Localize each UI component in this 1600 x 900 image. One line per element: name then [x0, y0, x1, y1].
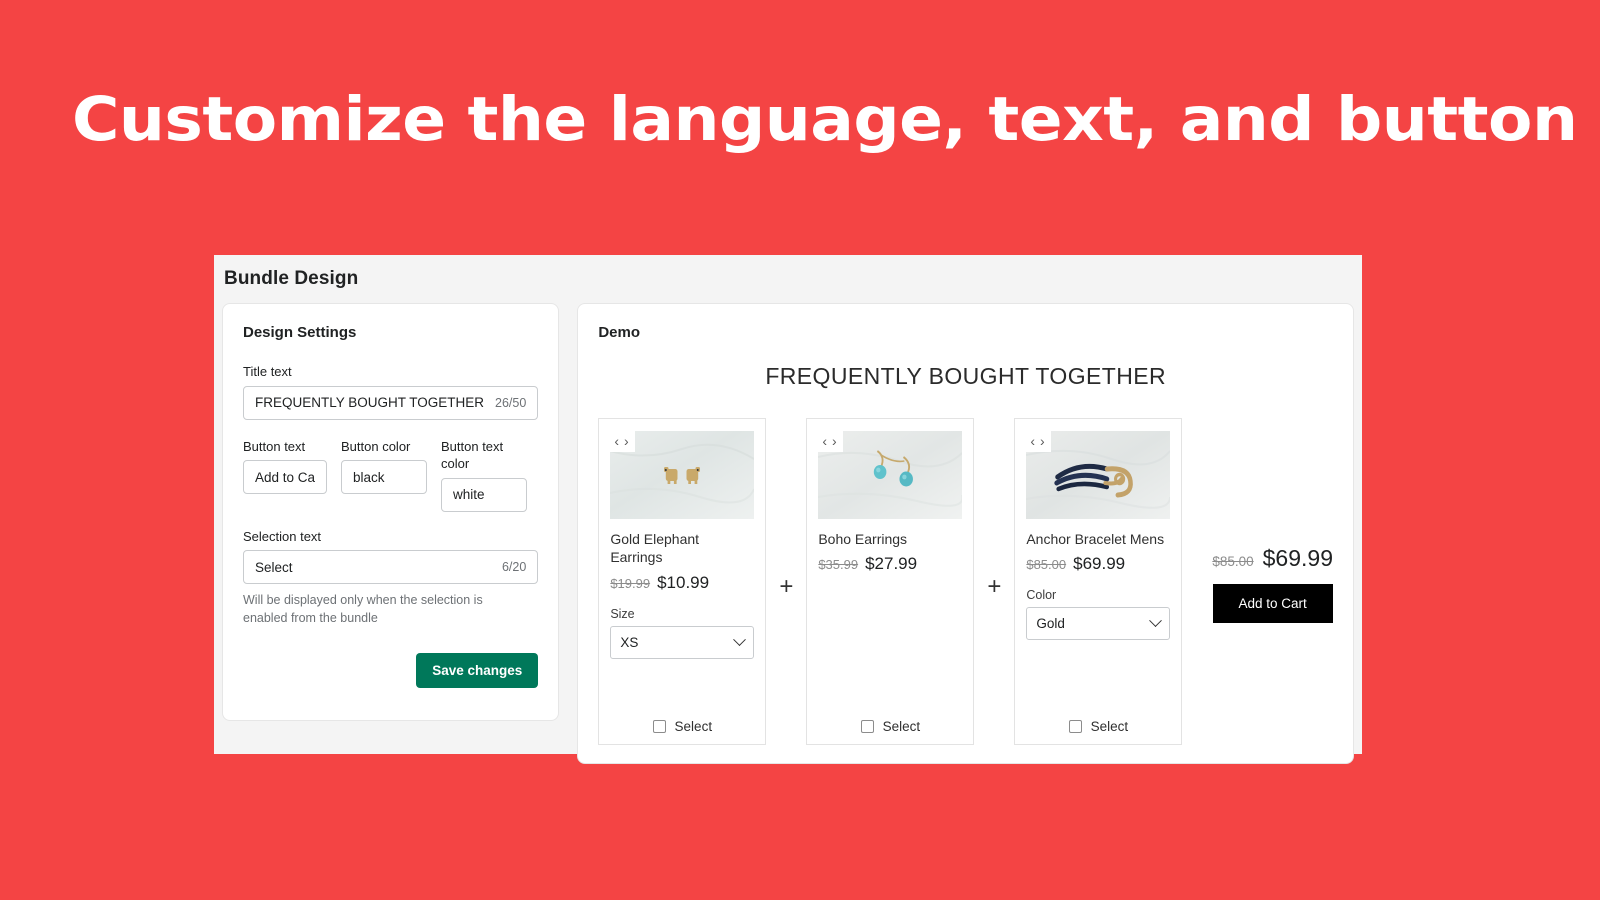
product-price-old: $19.99 [610, 575, 651, 591]
bundle-total-price-row: $85.00 $69.99 [1212, 545, 1333, 572]
prev-image-icon[interactable]: ‹ [1030, 434, 1035, 448]
select-label: Select [674, 719, 713, 734]
button-color-input[interactable]: black [341, 460, 427, 495]
select-label: Select [882, 719, 921, 734]
selection-text-label: Selection text [243, 528, 322, 544]
title-text-label: Title text [243, 364, 292, 379]
chevron-down-icon [733, 633, 747, 646]
bundle-title: FREQUENTLY BOUGHT TOGETHER [765, 363, 1166, 389]
product-select-row: Select [818, 705, 962, 734]
app-window: Bundle Design Design Settings Title text… [214, 255, 1362, 764]
banner-headline: Customize the language, text, and button [72, 83, 1578, 155]
title-text-input[interactable]: FREQUENTLY BOUGHT TOGETHER 26/50 [243, 385, 539, 420]
next-image-icon[interactable]: › [1040, 434, 1045, 448]
save-changes-button[interactable]: Save changes [416, 653, 539, 689]
image-nav: ‹ › [818, 431, 843, 452]
selection-text-helper: Will be displayed only when the selectio… [243, 593, 483, 626]
product-variant-value: Gold [1036, 616, 1065, 632]
product-variant-value: XS [620, 634, 639, 650]
product-price-row: $19.99 $10.99 [610, 573, 754, 593]
product-price-new: $10.99 [657, 572, 710, 592]
title-text-counter: 26/50 [495, 395, 527, 410]
product-select-row: Select [1026, 705, 1170, 734]
select-checkbox[interactable] [652, 720, 666, 733]
button-text-value: Add to Cart [255, 469, 315, 485]
selection-text-value: Select [255, 559, 293, 575]
product-price-row: $85.00 $69.99 [1026, 554, 1170, 574]
product-variant-select[interactable]: Gold [1026, 607, 1171, 641]
product-name: Boho Earrings [818, 531, 908, 547]
selection-text-field: Selection text Select 6/20 Will be displ… [243, 528, 539, 628]
product-price-new: $69.99 [1073, 554, 1126, 574]
add-to-cart-button[interactable]: Add to Cart [1212, 583, 1333, 623]
demo-heading: Demo [598, 324, 640, 341]
selection-text-input[interactable]: Select 6/20 [243, 550, 539, 585]
button-color-value: black [353, 469, 385, 485]
design-settings-heading: Design Settings [243, 324, 357, 341]
product-price-old: $35.99 [818, 557, 859, 573]
title-text-value: FREQUENTLY BOUGHT TOGETHER [255, 395, 485, 411]
bundle-total-block: $85.00 $69.99 Add to Cart [1212, 545, 1333, 623]
image-nav: ‹ › [610, 431, 635, 452]
selection-text-counter: 6/20 [501, 560, 527, 575]
demo-card: Demo FREQUENTLY BOUGHT TOGETHER ‹ › Gold… [577, 303, 1354, 764]
product-name: Anchor Bracelet Mens [1026, 531, 1165, 547]
product-name: Gold Elephant Earrings [610, 531, 700, 566]
button-text-color-field: Button text color white [441, 438, 527, 512]
page-title: Bundle Design [224, 268, 359, 289]
product-image-wrap: ‹ › [1026, 431, 1171, 519]
select-checkbox[interactable] [1068, 720, 1082, 733]
select-label: Select [1090, 719, 1129, 734]
save-row: Save changes [243, 653, 539, 689]
product-image-wrap: ‹ › [818, 431, 963, 519]
product-card: ‹ › Gold Elephant Earrings $19.99 $10.99… [598, 418, 767, 745]
button-text-color-label: Button text color [441, 438, 504, 472]
product-price-old: $85.00 [1026, 557, 1067, 573]
product-image-wrap: ‹ › [610, 431, 755, 519]
next-image-icon[interactable]: › [624, 434, 629, 448]
button-text-color-input[interactable]: white [441, 477, 527, 512]
bundle-total-old: $85.00 [1212, 553, 1254, 569]
button-text-label: Button text [243, 438, 306, 454]
product-price-row: $35.99 $27.99 [818, 554, 962, 574]
product-price-new: $27.99 [865, 554, 918, 574]
product-select-row: Select [610, 705, 754, 734]
product-variant-label: Color [1026, 588, 1057, 603]
plus-separator: + [779, 572, 794, 600]
button-color-label: Button color [341, 438, 411, 454]
button-color-field: Button color black [341, 438, 427, 495]
prev-image-icon[interactable]: ‹ [822, 434, 827, 448]
app-header: Bundle Design [214, 255, 1362, 303]
app-body: Design Settings Title text FREQUENTLY BO… [214, 303, 1362, 772]
button-fields-row: Button text Add to Cart Button color bla… [243, 438, 538, 512]
plus-separator: + [987, 572, 1002, 600]
button-text-input[interactable]: Add to Cart [243, 460, 327, 495]
select-checkbox[interactable] [860, 720, 874, 733]
bundle-row: ‹ › Gold Elephant Earrings $19.99 $10.99… [598, 418, 1333, 745]
title-text-field: Title text FREQUENTLY BOUGHT TOGETHER 26… [243, 363, 539, 420]
promo-banner: Customize the language, text, and button [72, 76, 1578, 162]
product-card: ‹ › Boho Earrings $35.99 $27.99 Select [806, 418, 975, 745]
button-text-color-value: white [453, 487, 485, 503]
chevron-down-icon [1149, 614, 1163, 628]
product-variant-select[interactable]: XS [610, 625, 755, 659]
button-text-field: Button text Add to Cart [243, 438, 327, 495]
product-variant-label: Size [610, 606, 635, 621]
product-card: ‹ › Anchor Bracelet Mens $85.00 $69.99 C… [1014, 418, 1183, 745]
image-nav: ‹ › [1026, 431, 1051, 452]
next-image-icon[interactable]: › [832, 434, 837, 448]
bundle-total-new: $69.99 [1262, 544, 1333, 571]
design-settings-card: Design Settings Title text FREQUENTLY BO… [222, 303, 560, 721]
prev-image-icon[interactable]: ‹ [614, 434, 619, 448]
